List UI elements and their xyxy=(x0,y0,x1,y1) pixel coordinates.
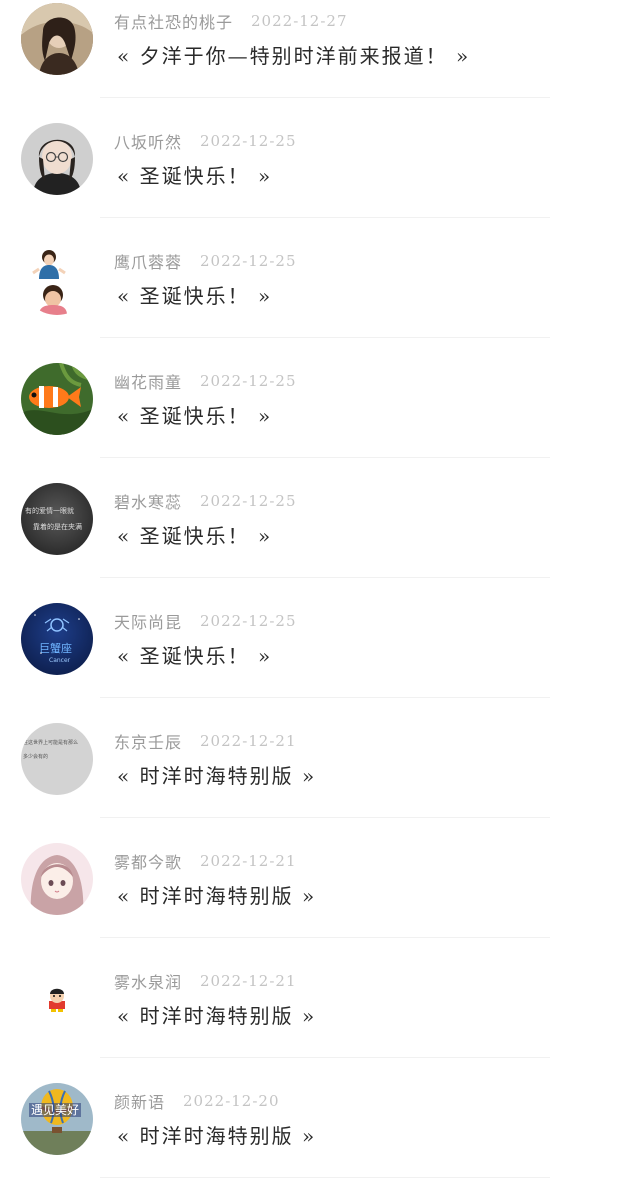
author-name[interactable]: 有点社恐的桃子 xyxy=(114,9,233,33)
divider xyxy=(100,1057,550,1058)
divider xyxy=(100,97,550,98)
avatar[interactable]: 有的爱情一眼就 靠着的是在夹满 xyxy=(21,483,93,555)
divider xyxy=(100,457,550,458)
author-name[interactable]: 雾都今歌 xyxy=(114,849,182,873)
article-title[interactable]: « 时洋时海特别版 » xyxy=(117,1120,316,1149)
avatar[interactable] xyxy=(21,123,93,195)
article-title[interactable]: « 时洋时海特别版 » xyxy=(117,880,316,909)
author-name[interactable]: 八坂听然 xyxy=(114,129,182,153)
list-item[interactable]: 雾水泉润 2022-12-21 « 时洋时海特别版 » xyxy=(0,960,640,1080)
post-date: 2022-12-21 xyxy=(200,732,297,750)
list-item[interactable]: 有点社恐的桃子 2022-12-27 « 夕洋于你—特别时洋前来报道！ » xyxy=(0,0,640,120)
article-title[interactable]: « 时洋时海特别版 » xyxy=(117,1000,316,1029)
divider xyxy=(100,217,550,218)
list-item[interactable]: 鹰爪蓉蓉 2022-12-25 « 圣诞快乐！ » xyxy=(0,240,640,360)
list-item[interactable]: 在这世界上可能是有那么 多少会有的 东京壬辰 2022-12-21 « 时洋时海… xyxy=(0,720,640,840)
author-name[interactable]: 东京壬辰 xyxy=(114,729,182,753)
divider xyxy=(100,697,550,698)
author-name[interactable]: 天际尚昆 xyxy=(114,609,182,633)
avatar-caption: 多少会有的 xyxy=(23,754,49,760)
article-title[interactable]: « 圣诞快乐！ » xyxy=(117,520,272,549)
list-item[interactable]: 八坂听然 2022-12-25 « 圣诞快乐！ » xyxy=(0,120,640,240)
author-name[interactable]: 幽花雨童 xyxy=(114,369,182,393)
avatar[interactable] xyxy=(21,243,93,315)
post-date: 2022-12-21 xyxy=(200,972,297,990)
author-name[interactable]: 鹰爪蓉蓉 xyxy=(114,249,182,273)
avatar[interactable] xyxy=(21,363,93,435)
list-item[interactable]: 幽花雨童 2022-12-25 « 圣诞快乐！ » xyxy=(0,360,640,480)
avatar[interactable] xyxy=(21,843,93,915)
article-title[interactable]: « 圣诞快乐！ » xyxy=(117,640,272,669)
divider xyxy=(100,937,550,938)
list-item[interactable]: 雾都今歌 2022-12-21 « 时洋时海特别版 » xyxy=(0,840,640,960)
avatar-caption: 靠着的是在夹满 xyxy=(33,523,82,531)
divider xyxy=(100,1177,550,1178)
post-date: 2022-12-20 xyxy=(183,1092,280,1110)
avatar-caption: 巨蟹座 xyxy=(39,642,72,655)
author-name[interactable]: 碧水寒蕊 xyxy=(114,489,182,513)
avatar[interactable]: 遇见美好 xyxy=(21,1083,93,1155)
avatar-caption: 遇见美好 xyxy=(29,1103,82,1117)
list-item[interactable]: 巨蟹座 Cancer 天际尚昆 2022-12-25 « 圣诞快乐！ » xyxy=(0,600,640,720)
post-date: 2022-12-25 xyxy=(200,132,297,150)
divider xyxy=(100,577,550,578)
avatar[interactable]: 在这世界上可能是有那么 多少会有的 xyxy=(21,723,93,795)
avatar[interactable] xyxy=(21,3,93,75)
avatar[interactable] xyxy=(21,963,93,1035)
post-date: 2022-12-25 xyxy=(200,372,297,390)
divider xyxy=(100,817,550,818)
article-list: 有点社恐的桃子 2022-12-27 « 夕洋于你—特别时洋前来报道！ » 八坂… xyxy=(0,0,640,1180)
article-title[interactable]: « 时洋时海特别版 » xyxy=(117,760,316,789)
author-name[interactable]: 雾水泉润 xyxy=(114,969,182,993)
post-date: 2022-12-27 xyxy=(251,12,348,30)
post-date: 2022-12-25 xyxy=(200,492,297,510)
list-item[interactable]: 遇见美好 颜新语 2022-12-20 « 时洋时海特别版 » xyxy=(0,1080,640,1200)
article-title[interactable]: « 圣诞快乐！ » xyxy=(117,160,272,189)
post-date: 2022-12-21 xyxy=(200,852,297,870)
author-name[interactable]: 颜新语 xyxy=(114,1089,165,1113)
article-title[interactable]: « 圣诞快乐！ » xyxy=(117,400,272,429)
divider xyxy=(100,337,550,338)
list-item[interactable]: 有的爱情一眼就 靠着的是在夹满 碧水寒蕊 2022-12-25 « 圣诞快乐！ … xyxy=(0,480,640,600)
avatar-caption: 在这世界上可能是有那么 xyxy=(23,740,79,746)
avatar-caption: 有的爱情一眼就 xyxy=(25,507,74,515)
article-title[interactable]: « 圣诞快乐！ » xyxy=(117,280,272,309)
post-date: 2022-12-25 xyxy=(200,612,297,630)
avatar[interactable]: 巨蟹座 Cancer xyxy=(21,603,93,675)
avatar-caption: Cancer xyxy=(49,657,71,664)
post-date: 2022-12-25 xyxy=(200,252,297,270)
article-title[interactable]: « 夕洋于你—特别时洋前来报道！ » xyxy=(117,40,470,69)
